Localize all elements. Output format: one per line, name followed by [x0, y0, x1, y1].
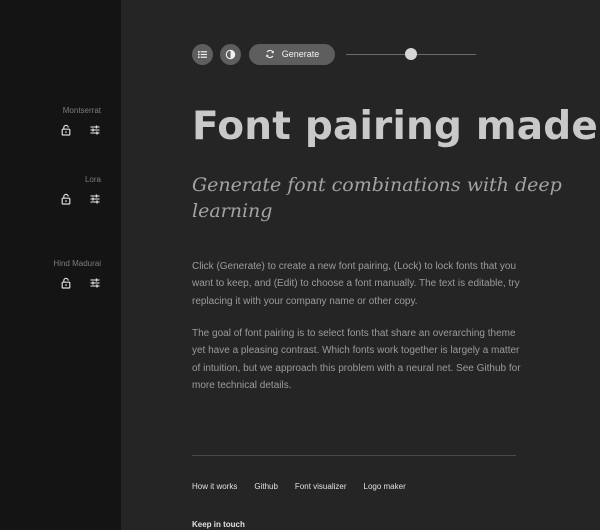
- lock-open-icon[interactable]: [60, 277, 72, 289]
- generate-button[interactable]: Generate: [249, 43, 335, 65]
- list-icon: [198, 50, 207, 58]
- keep-in-touch-heading: Keep in touch: [192, 520, 245, 529]
- footer-link-github[interactable]: Github: [254, 482, 278, 491]
- app-root: Montserrat Lora Hind Madurai Generate Fo…: [0, 0, 600, 530]
- slider-thumb[interactable]: [405, 48, 417, 60]
- font-controls-body: [53, 277, 101, 289]
- font-slot-subheading: Lora: [60, 175, 101, 205]
- body-paragraph-2[interactable]: The goal of font pairing is to select fo…: [192, 325, 522, 395]
- footer-divider: [192, 455, 516, 456]
- refresh-icon: [265, 49, 274, 59]
- lock-open-icon[interactable]: [60, 124, 72, 136]
- generate-button-label: Generate: [281, 49, 320, 59]
- main-content: Generate Font pairing made simple Genera…: [121, 0, 600, 530]
- sliders-icon[interactable]: [89, 277, 101, 289]
- font-sidebar: Montserrat Lora Hind Madurai: [0, 0, 121, 530]
- font-name-subheading: Lora: [84, 175, 101, 184]
- theme-toggle-button[interactable]: [220, 43, 241, 65]
- font-slot-heading: Montserrat: [60, 106, 101, 136]
- font-name-heading: Montserrat: [62, 106, 101, 115]
- lock-open-icon[interactable]: [60, 193, 72, 205]
- font-controls-subheading: [60, 193, 101, 205]
- toolbar: Generate: [192, 43, 476, 65]
- sliders-icon[interactable]: [89, 193, 101, 205]
- footer-link-font-visualizer[interactable]: Font visualizer: [295, 482, 347, 491]
- font-controls-heading: [60, 124, 101, 136]
- font-name-body: Hind Madurai: [53, 259, 101, 268]
- footer-links: How it works Github Font visualizer Logo…: [192, 482, 423, 491]
- sliders-icon[interactable]: [89, 124, 101, 136]
- subheading[interactable]: Generate font combinations with deep lea…: [192, 172, 582, 224]
- list-button[interactable]: [192, 43, 213, 65]
- headline[interactable]: Font pairing made simple: [192, 101, 600, 153]
- body-paragraph-1[interactable]: Click (Generate) to create a new font pa…: [192, 258, 522, 310]
- footer-link-logo-maker[interactable]: Logo maker: [364, 482, 406, 491]
- size-slider[interactable]: [346, 48, 476, 60]
- contrast-icon: [225, 49, 236, 59]
- font-slot-body: Hind Madurai: [53, 259, 101, 289]
- footer-link-how-it-works[interactable]: How it works: [192, 482, 237, 491]
